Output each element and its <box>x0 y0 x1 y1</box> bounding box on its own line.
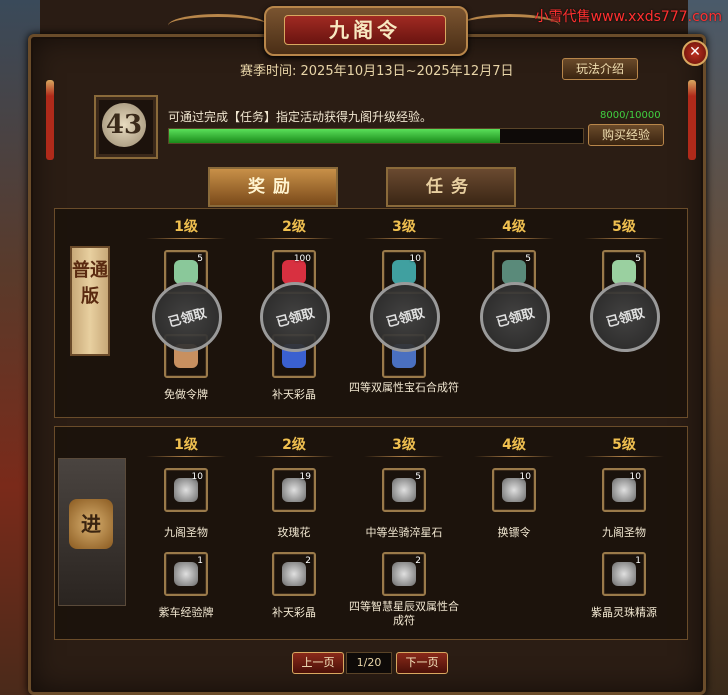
claimed-stamp-4: 已领取 <box>480 282 550 352</box>
item-name: 九阁圣物 <box>602 526 646 539</box>
tab-tasks[interactable]: 任务 <box>386 167 516 207</box>
prev-page-button[interactable]: 上一页 <box>292 652 344 674</box>
item-count: 5 <box>197 254 203 264</box>
item-icon <box>392 478 416 502</box>
level-divider <box>254 456 334 457</box>
claimed-stamp-text: 已领取 <box>494 306 537 331</box>
level-divider <box>146 238 226 239</box>
item-icon <box>282 562 306 586</box>
level-label-2: 2级 <box>282 437 306 453</box>
item-name: 九阁圣物 <box>164 526 208 539</box>
page-indicator: 1/20 <box>346 652 392 674</box>
item-count: 19 <box>299 472 311 482</box>
level-label-3: 3级 <box>392 437 416 453</box>
tassel-left <box>46 80 54 160</box>
season-time: 赛季时间: 2025年10月13日~2025年12月7日 <box>240 64 514 79</box>
level-divider <box>584 456 664 457</box>
level-divider <box>584 238 664 239</box>
level-label-5: 5级 <box>612 437 636 453</box>
level-divider <box>146 456 226 457</box>
level-label-2: 2级 <box>282 219 306 235</box>
exp-value: 8000/10000 <box>600 110 661 121</box>
reward-slot-adv-1b[interactable]: 1 <box>164 552 208 596</box>
exp-progress-fill <box>169 129 501 143</box>
reward-slot-adv-2[interactable]: 19 <box>272 468 316 512</box>
item-icon <box>502 260 526 284</box>
item-name: 补天彩晶 <box>272 606 316 619</box>
exp-progress-bar <box>168 128 584 144</box>
tassel-right <box>688 80 696 160</box>
title-plate: 九阁令 <box>264 6 468 56</box>
level-divider <box>474 238 554 239</box>
item-name: 换镖令 <box>497 526 531 539</box>
level-label-1: 1级 <box>174 437 198 453</box>
item-count: 5 <box>635 254 641 264</box>
item-name: 玫瑰花 <box>277 526 311 539</box>
item-name: 中等坐骑淬星石 <box>365 526 443 539</box>
level-number: 43 <box>102 103 146 147</box>
item-icon <box>392 562 416 586</box>
rules-button[interactable]: 玩法介绍 <box>562 58 638 80</box>
item-icon <box>612 260 636 284</box>
item-count: 10 <box>191 472 203 482</box>
watermark-text: 小雪代售www.xxds777.com <box>534 9 722 25</box>
reward-slot-adv-4[interactable]: 10 <box>492 468 536 512</box>
item-icon <box>174 260 198 284</box>
exp-description: 可通过完成【任务】指定活动获得九阁升级经验。 <box>168 110 433 124</box>
claimed-stamp-text: 已领取 <box>384 306 427 331</box>
item-count: 10 <box>629 472 641 482</box>
claimed-stamp-1: 已领取 <box>152 282 222 352</box>
item-name: 四等智慧星辰双属性合成符 <box>349 600 459 627</box>
title-ornament-left <box>168 14 268 37</box>
item-name: 免做令牌 <box>164 388 208 401</box>
item-name: 四等双属性宝石合成符 <box>349 381 459 394</box>
level-label-1: 1级 <box>174 219 198 235</box>
item-icon <box>612 562 636 586</box>
level-label-4: 4级 <box>502 437 526 453</box>
window-title: 九阁令 <box>284 15 446 45</box>
item-count: 5 <box>415 472 421 482</box>
item-icon <box>174 562 198 586</box>
advanced-version-banner: 进 <box>58 458 126 606</box>
reward-slot-adv-5b[interactable]: 1 <box>602 552 646 596</box>
level-divider <box>474 456 554 457</box>
buy-exp-button[interactable]: 购买经验 <box>588 124 664 146</box>
level-label-3: 3级 <box>392 219 416 235</box>
claimed-stamp-text: 已领取 <box>166 306 209 331</box>
reward-slot-adv-1[interactable]: 10 <box>164 468 208 512</box>
reward-slot-adv-3[interactable]: 5 <box>382 468 426 512</box>
item-count: 1 <box>635 556 641 566</box>
next-page-button[interactable]: 下一页 <box>396 652 448 674</box>
reward-slot-adv-3b[interactable]: 2 <box>382 552 426 596</box>
level-divider <box>254 238 334 239</box>
tab-rewards[interactable]: 奖励 <box>208 167 338 207</box>
item-name: 补天彩晶 <box>272 388 316 401</box>
item-count: 5 <box>525 254 531 264</box>
item-count: 10 <box>519 472 531 482</box>
item-count: 1 <box>197 556 203 566</box>
level-badge: 43 <box>94 95 158 159</box>
item-count: 2 <box>305 556 311 566</box>
item-count: 100 <box>293 254 311 264</box>
item-count: 10 <box>409 254 421 264</box>
normal-version-label: 普通版 <box>70 246 110 356</box>
claimed-stamp-5: 已领取 <box>590 282 660 352</box>
item-name: 紫晶灵珠精源 <box>591 606 657 619</box>
level-label-5: 5级 <box>612 219 636 235</box>
level-label-4: 4级 <box>502 219 526 235</box>
item-count: 2 <box>415 556 421 566</box>
level-divider <box>364 238 444 239</box>
reward-slot-adv-2b[interactable]: 2 <box>272 552 316 596</box>
claimed-stamp-text: 已领取 <box>274 306 317 331</box>
advanced-version-label: 进 <box>69 499 113 549</box>
claimed-stamp-text: 已领取 <box>604 306 647 331</box>
close-button[interactable]: ✕ <box>682 40 708 66</box>
level-divider <box>364 456 444 457</box>
item-name: 紫车经验牌 <box>158 606 214 619</box>
claimed-stamp-2: 已领取 <box>260 282 330 352</box>
reward-slot-adv-5[interactable]: 10 <box>602 468 646 512</box>
claimed-stamp-3: 已领取 <box>370 282 440 352</box>
